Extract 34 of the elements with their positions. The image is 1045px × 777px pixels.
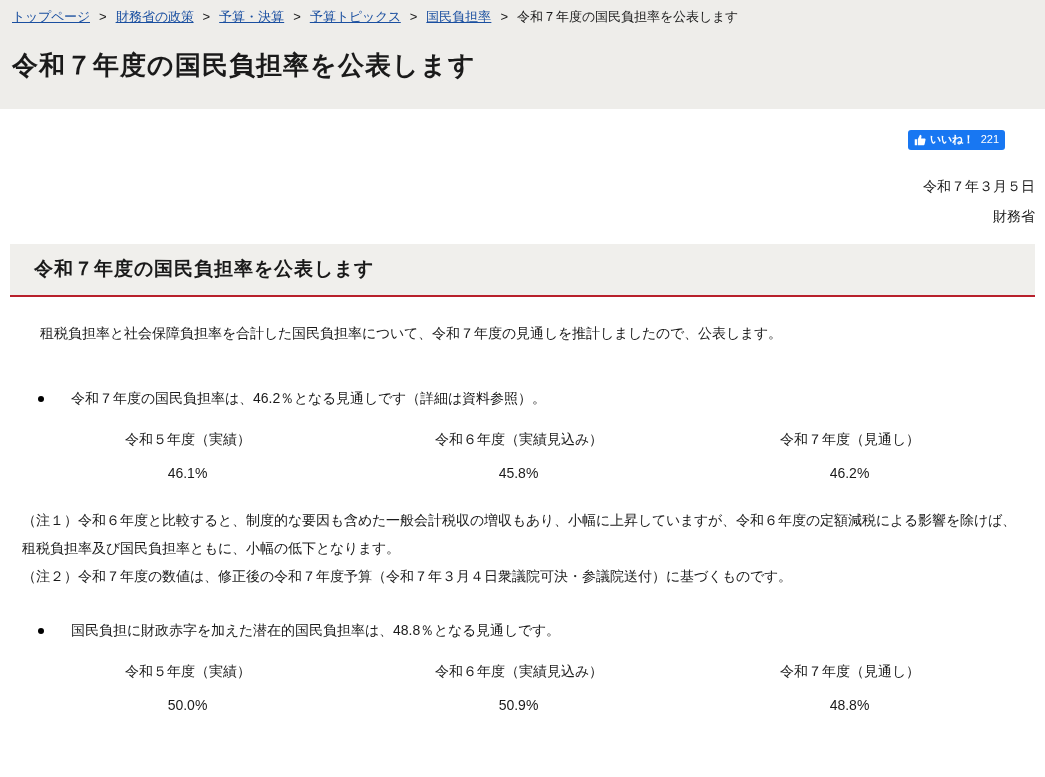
breadcrumb-current: 令和７年度の国民負担率を公表します <box>516 8 738 26</box>
stat-value: 48.8% <box>829 695 870 715</box>
page-title: 令和７年度の国民負担率を公表します <box>12 48 477 82</box>
stat-label: 令和５年度（実績） <box>124 661 251 681</box>
breadcrumb-separator: > <box>293 8 301 26</box>
stat-value: 46.2% <box>829 463 870 483</box>
section-heading: 令和７年度の国民負担率を公表します <box>10 243 1035 297</box>
thumbs-up-icon <box>913 133 926 146</box>
stat-label: 令和６年度（実績見込み） <box>434 661 603 681</box>
stat-label: 令和６年度（実績見込み） <box>434 429 603 449</box>
date-text: 令和７年３月５日 <box>923 176 1035 196</box>
stat-value: 46.1% <box>167 463 208 483</box>
stat-value: 50.0% <box>167 695 208 715</box>
breadcrumb-link[interactable]: 国民負担率 <box>426 7 492 27</box>
breadcrumb-separator: > <box>99 8 107 26</box>
note-text: （注１）令和６年度と比較すると、制度的な要因も含めた一般会計税収の増収もあり、小幅に上昇していますが、令和６年度の定額減税による影響を除けば、租税負担率及び国民負担率ともに、小幅の低下となります。 <box>21 510 1017 558</box>
bullet-text: 令和７年度の国民負担率は、46.2％となる見通しです（詳細は資料参照）。 <box>71 388 547 408</box>
stat-value: 50.9% <box>498 695 539 715</box>
breadcrumb-separator: > <box>409 8 418 26</box>
author-text: 財務省 <box>993 206 1035 226</box>
breadcrumb-separator: > <box>500 8 508 26</box>
stat-label: 令和５年度（実績） <box>124 429 251 449</box>
bullet-text: 国民負担に財政赤字を加えた潜在的国民負担率は、48.8％となる見通しです。 <box>71 620 561 640</box>
stat-value: 45.8% <box>498 463 539 483</box>
breadcrumb-link[interactable]: 予算トピックス <box>309 7 401 27</box>
like-button[interactable]: いいね！ 221 <box>907 129 1005 150</box>
stat-label: 令和７年度（見通し） <box>779 429 920 449</box>
breadcrumb-link[interactable]: 財務省の政策 <box>115 7 194 27</box>
note-text: （注２）令和７年度の数値は、修正後の令和７年度予算（令和７年３月４日衆議院可決・参議院送付）に基づくものです。 <box>21 566 793 586</box>
stat-label: 令和７年度（見通し） <box>779 661 920 681</box>
breadcrumb-separator: > <box>202 8 211 26</box>
breadcrumb-link[interactable]: 予算・決算 <box>219 7 285 27</box>
intro-paragraph: 租税負担率と社会保障負担率を合計した国民負担率について、令和７年度の見通しを推計しましたので、公表します。 <box>39 323 783 343</box>
breadcrumb-link[interactable]: トップページ <box>12 7 90 27</box>
